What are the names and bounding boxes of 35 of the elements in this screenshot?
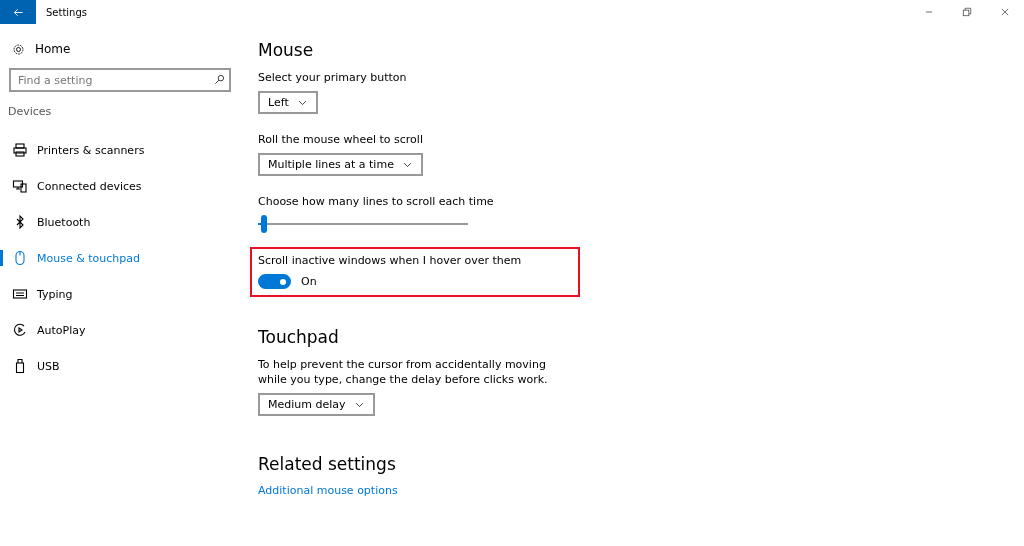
section-heading: Touchpad xyxy=(258,327,340,347)
toggle-state: On xyxy=(301,275,317,288)
dropdown[interactable]: Medium delay xyxy=(258,393,375,416)
section-label: Devices xyxy=(7,104,53,120)
nav-item[interactable]: Connected devices xyxy=(0,168,240,204)
nav-item[interactable]: AutoPlay xyxy=(0,312,240,348)
devices-icon xyxy=(12,178,28,194)
nav-item[interactable]: Typing xyxy=(0,276,240,312)
section-heading: Related settings xyxy=(258,454,397,474)
dropdown[interactable]: Left xyxy=(258,91,318,114)
setting-label: Scroll inactive windows when I hover over them xyxy=(258,253,522,268)
gear-icon xyxy=(12,42,25,56)
printer-icon xyxy=(12,142,28,158)
nav-item[interactable]: Printers & scanners xyxy=(0,132,240,168)
search-field[interactable]: Find a setting xyxy=(9,68,231,92)
slider-thumb[interactable] xyxy=(261,215,268,233)
setting-label: Select your primary button xyxy=(258,70,407,85)
nav-item[interactable]: Mouse & touchpad xyxy=(0,240,240,276)
close-icon xyxy=(1000,7,1010,17)
toggle-switch[interactable] xyxy=(258,274,291,289)
settings-link[interactable]: Additional mouse options xyxy=(258,484,398,497)
autoplay-icon xyxy=(12,322,28,338)
mouse-icon xyxy=(12,250,28,266)
search-icon xyxy=(214,74,225,85)
setting-label: Roll the mouse wheel to scroll xyxy=(258,132,423,147)
keyboard-icon xyxy=(12,286,28,302)
setting-label: Choose how many lines to scroll each time xyxy=(258,194,494,209)
section-heading: Mouse xyxy=(258,40,315,60)
window-title: Settings xyxy=(46,6,88,18)
setting-label: To help prevent the cursor from accidentally moving while you type, change the delay before clicks work. xyxy=(258,357,549,387)
nav-item[interactable]: USB xyxy=(0,348,240,384)
home-link[interactable]: Home xyxy=(35,42,71,56)
restore-icon xyxy=(962,7,972,17)
dropdown[interactable]: Multiple lines at a time xyxy=(258,153,423,176)
nav-item[interactable]: Bluetooth xyxy=(0,204,240,240)
